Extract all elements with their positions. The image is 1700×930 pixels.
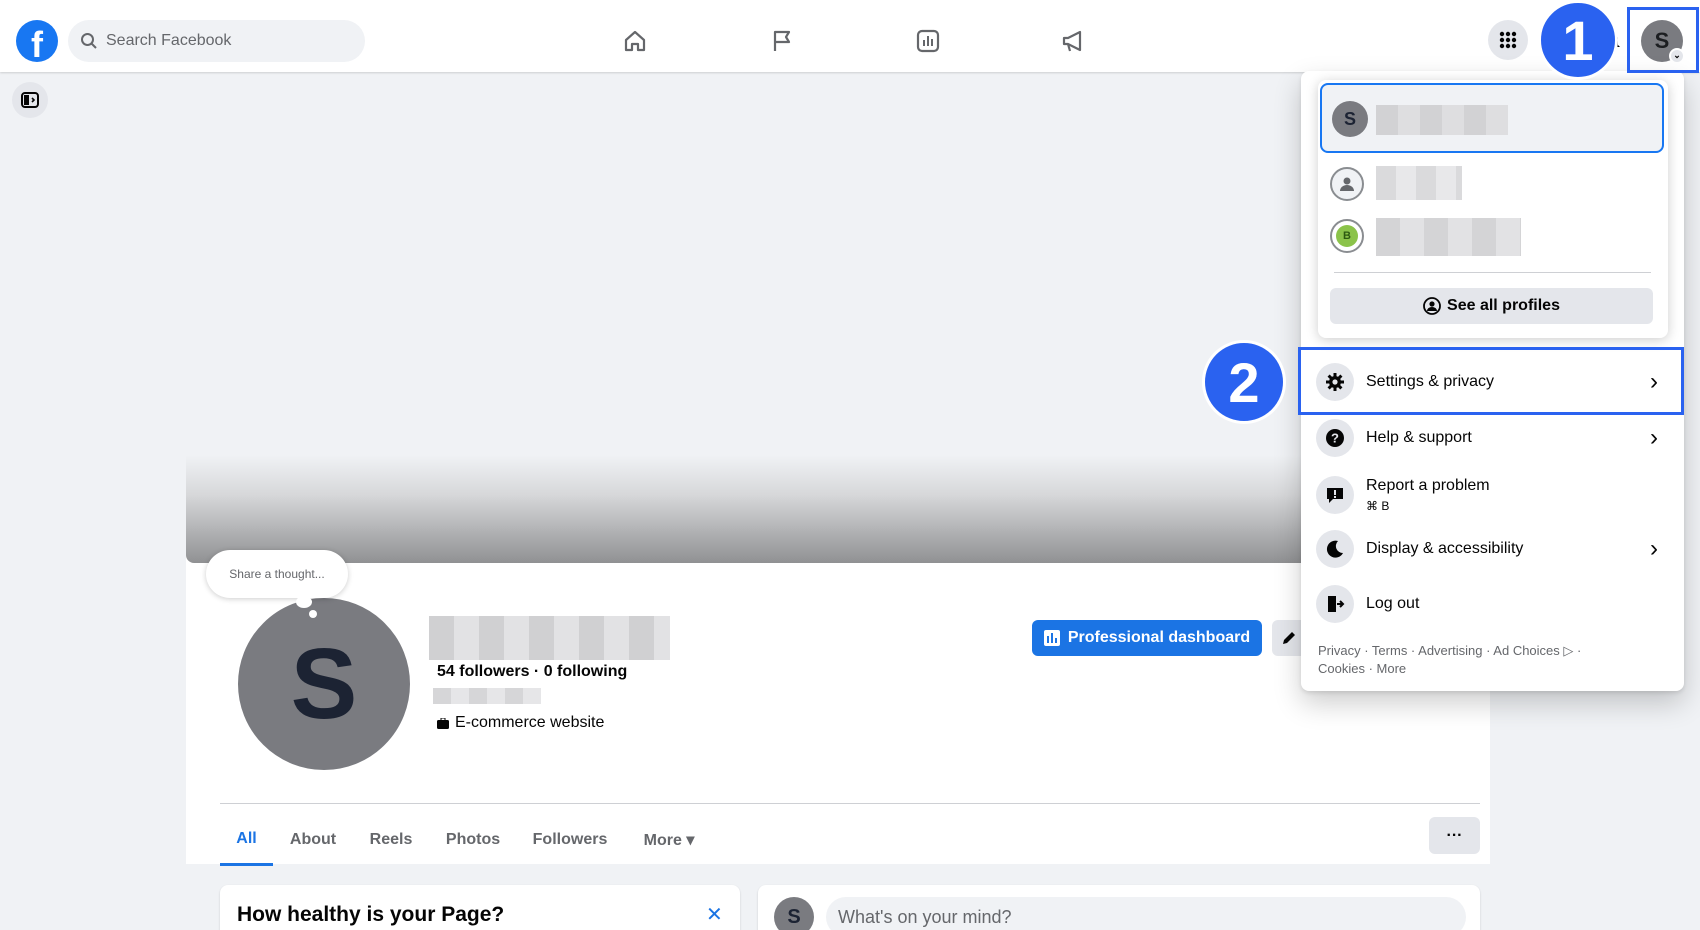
menu-item-log-out[interactable]: Log out [1316,577,1672,631]
svg-text:?: ? [1331,431,1339,446]
profile-row-3[interactable]: B [1330,214,1660,260]
report-problem-label: Report a problem [1366,477,1490,494]
composer-avatar[interactable]: S [774,897,814,930]
page-category: E-commerce website [437,714,604,732]
tab-photos[interactable]: Photos [437,814,509,866]
page-health-card: How healthy is your Page? ✕ [220,885,740,930]
dropdown-footer-links[interactable]: Privacy · Terms · Advertising · Ad Choic… [1318,642,1668,678]
current-profile-avatar: S [1332,101,1368,137]
close-icon[interactable]: ✕ [706,902,723,927]
step-2-highlight-box [1298,347,1684,415]
sidebar-toggle-icon[interactable] [12,82,48,118]
facebook-logo-icon[interactable]: f [16,20,58,62]
search-placeholder: Search Facebook [106,32,232,49]
share-thought-text: Share a thought... [229,567,325,581]
page-category-text: E-commerce website [455,714,605,731]
tab-reels[interactable]: Reels [360,814,422,866]
profile-b-letter: B [1343,230,1351,242]
menu-item-report-problem[interactable]: Report a problem ⌘ B [1316,467,1672,523]
log-out-label: Log out [1366,595,1420,612]
logout-icon [1316,585,1354,623]
home-icon[interactable] [618,24,652,58]
display-accessibility-label: Display & accessibility [1366,540,1524,557]
tab-followers[interactable]: Followers [526,814,614,866]
more-dots-glyph: ··· [1446,826,1463,844]
help-support-label: Help & support [1366,429,1472,446]
tab-all[interactable]: All [220,814,273,866]
professional-dashboard-button[interactable]: Professional dashboard [1032,620,1262,656]
tab-photos-label: Photos [445,831,501,848]
help-icon: ? [1316,419,1354,457]
step-1-number: 1 [1562,8,1594,72]
menu-item-display-accessibility[interactable]: Display & accessibility › [1316,522,1672,576]
dashboard-icon [1043,630,1060,646]
thought-bubble-tail [296,596,312,608]
see-all-profiles-button[interactable]: See all profiles [1330,288,1653,324]
see-all-profiles-label: See all profiles [1447,297,1560,314]
profile-picture-letter: S [290,627,358,740]
search-input[interactable]: Search Facebook [68,20,365,62]
search-icon [81,33,97,49]
tab-followers-label: Followers [532,831,608,848]
current-profile-name-redacted [1376,105,1508,135]
moon-icon [1316,530,1354,568]
profile-row-2[interactable] [1330,162,1660,208]
report-problem-shortcut: ⌘ B [1366,499,1390,513]
page-health-title: How healthy is your Page? [237,903,505,926]
menu-item-help-support[interactable]: ? Help & support › [1316,411,1672,465]
briefcase-icon [437,717,449,729]
tab-about[interactable]: About [282,814,344,866]
tab-more-label: More ▾ [643,832,695,849]
menu-grid-icon[interactable] [1488,20,1528,60]
tabs-divider [220,803,1480,804]
chevron-right-icon: › [1650,424,1658,451]
tab-more[interactable]: More ▾ [632,814,706,866]
profiles-divider [1334,272,1651,273]
share-thought-bubble[interactable]: Share a thought... [206,550,348,598]
more-options-icon[interactable]: ··· [1429,817,1480,854]
followers-count[interactable]: 54 followers · 0 following [437,663,627,681]
profile-picture[interactable]: S [234,594,414,774]
current-profile-row[interactable]: S [1320,83,1664,153]
post-composer-card: S What's on your mind? [758,885,1480,930]
redacted-line [433,688,541,704]
report-icon [1316,476,1354,514]
composer-input[interactable]: What's on your mind? [826,897,1466,930]
profile-b-avatar: B [1336,225,1358,247]
profiles-icon [1423,297,1441,315]
footer-line-1[interactable]: Privacy · Terms · Advertising · Ad Choic… [1318,642,1668,660]
step-2-badge: 2 [1202,340,1286,424]
current-profile-letter: S [1343,108,1356,129]
step-1-badge: 1 [1538,0,1618,80]
composer-placeholder: What's on your mind? [838,906,1012,927]
tab-about-label: About [289,831,337,848]
tab-all-label: All [236,829,257,847]
megaphone-icon[interactable] [1056,24,1090,58]
insights-icon[interactable] [911,24,945,58]
page-name-redacted [429,616,670,660]
step-2-number: 2 [1228,350,1260,414]
report-problem-text: Report a problem ⌘ B [1366,477,1490,513]
chevron-right-icon: › [1650,535,1658,562]
switch-profile-b-icon: B [1330,219,1364,253]
composer-avatar-letter: S [787,905,801,928]
switch-profile-icon [1330,167,1364,201]
step-1-highlight-box [1627,7,1699,73]
thought-bubble-tail-dot [309,610,317,618]
profile-3-name-redacted [1376,218,1521,256]
footer-line-2[interactable]: Cookies · More [1318,660,1668,678]
tab-reels-label: Reels [369,831,413,848]
cover-photo[interactable] [186,72,1490,563]
professional-dashboard-label: Professional dashboard [1067,629,1251,646]
profile-2-name-redacted [1376,166,1462,200]
flag-icon[interactable] [765,24,799,58]
